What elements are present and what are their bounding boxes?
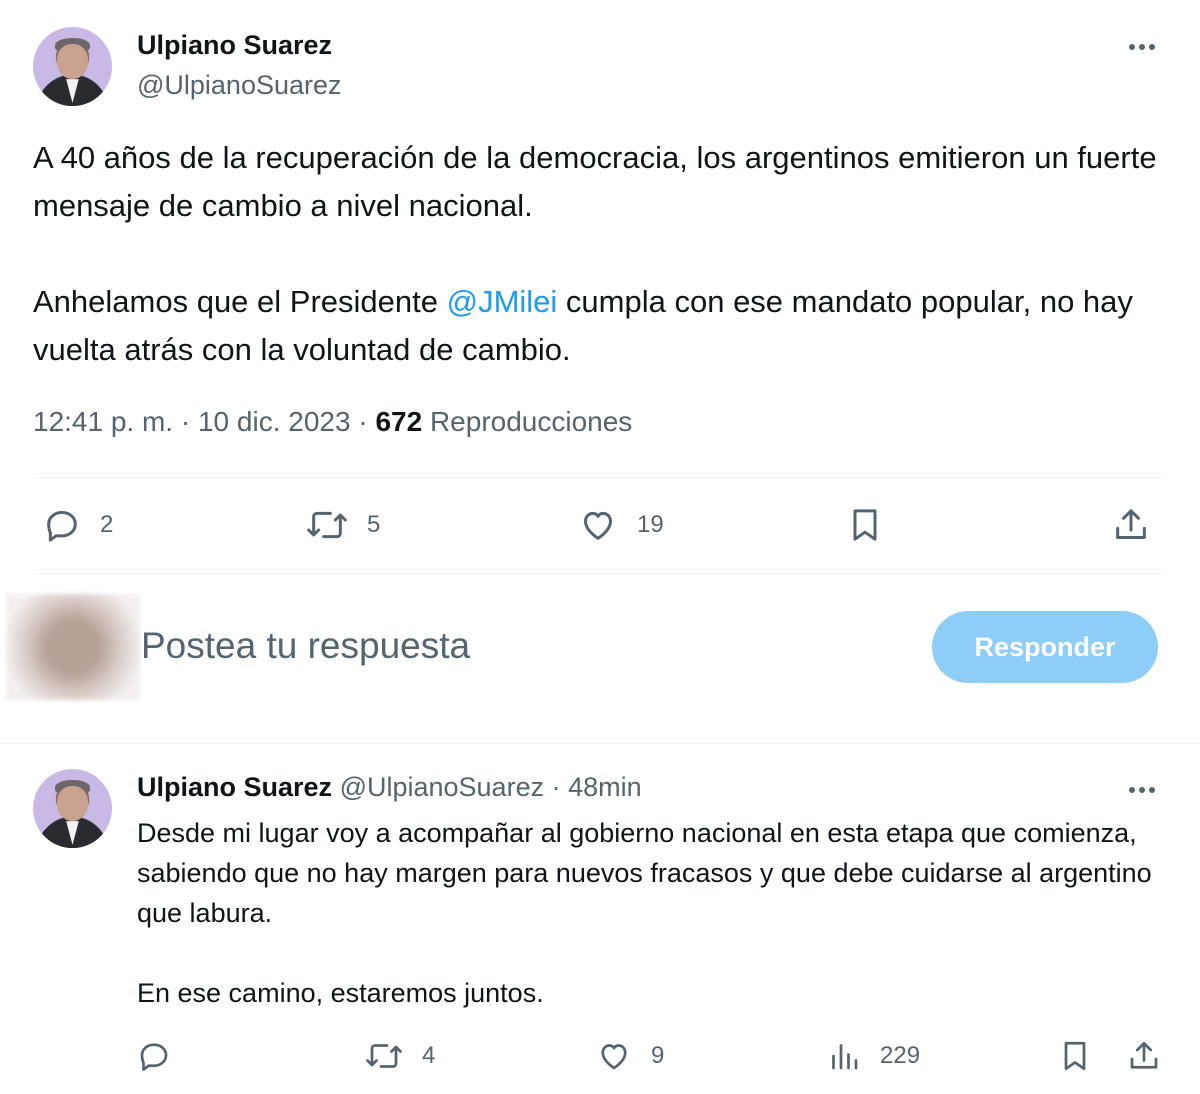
retweet-count: 5	[367, 511, 381, 538]
header-separator: ·	[551, 772, 561, 802]
reply-count: 2	[100, 511, 114, 538]
tweet-paragraph: A 40 años de la recuperación de la democ…	[33, 140, 1157, 223]
reply-icon	[140, 1043, 168, 1071]
tweet-time[interactable]: 12:41 p. m.	[33, 406, 173, 437]
divider	[0, 743, 1200, 744]
more-options-button[interactable]	[1122, 30, 1162, 64]
bookmark-button[interactable]	[845, 505, 885, 550]
divider	[33, 477, 1162, 478]
retweet-icon	[307, 511, 347, 539]
reply-author-avatar[interactable]	[33, 769, 112, 848]
views-count: 229	[880, 1042, 921, 1069]
author-name[interactable]: Ulpiano Suarez	[137, 30, 332, 61]
share-button[interactable]	[1111, 505, 1151, 550]
views-label: Reproducciones	[429, 406, 633, 437]
reply-input[interactable]: Postea tu respuesta	[141, 625, 470, 667]
tweet-paragraph: Anhelamos que el Presidente @JMilei cump…	[33, 278, 1173, 374]
share-icon	[1130, 1041, 1158, 1069]
share-icon	[1116, 509, 1146, 539]
reply-time[interactable]: 48min	[568, 772, 642, 802]
like-action[interactable]: 9	[595, 1038, 664, 1074]
reply-author-name[interactable]: Ulpiano Suarez	[137, 772, 332, 802]
views-count: 672	[375, 406, 423, 437]
more-horizontal-icon	[1129, 787, 1155, 793]
share-button[interactable]	[1126, 1038, 1162, 1079]
like-action[interactable]: 19	[577, 505, 664, 545]
bar-chart-icon	[832, 1044, 858, 1070]
tweet-meta: 12:41 p. m. · 10 dic. 2023 · 672 Reprodu…	[33, 406, 632, 438]
divider	[33, 573, 1162, 574]
retweet-action[interactable]: 5	[305, 505, 380, 545]
author-handle[interactable]: @UlpianoSuarez	[137, 70, 342, 101]
retweet-icon	[366, 1044, 402, 1068]
like-count: 9	[651, 1042, 665, 1069]
reply-icon	[47, 511, 77, 542]
views-action[interactable]: 229	[826, 1038, 920, 1074]
retweet-action[interactable]: 4	[364, 1038, 435, 1074]
meta-separator: ·	[180, 406, 191, 437]
tweet-text-segment: Anhelamos que el Presidente	[33, 284, 447, 319]
author-avatar[interactable]	[33, 27, 112, 106]
tweet-paragraph: En ese camino, estaremos juntos.	[137, 978, 544, 1008]
meta-separator: ·	[358, 406, 368, 437]
reply-header: Ulpiano Suarez @UlpianoSuarez · 48min	[137, 772, 642, 803]
reply-submit-button[interactable]: Responder	[932, 611, 1158, 683]
bookmark-icon	[1064, 1041, 1086, 1071]
tweet-date[interactable]: 10 dic. 2023	[198, 406, 351, 437]
tweet-text: A 40 años de la recuperación de la democ…	[33, 134, 1173, 374]
reply-more-options-button[interactable]	[1122, 773, 1162, 807]
user-avatar	[6, 594, 140, 700]
tweet-paragraph: Desde mi lugar voy a acompañar al gobier…	[137, 818, 1152, 928]
reply-action[interactable]	[136, 1038, 190, 1074]
reply-author-handle[interactable]: @UlpianoSuarez	[340, 772, 545, 802]
heart-icon	[584, 511, 612, 540]
reply-action[interactable]: 2	[42, 505, 113, 545]
retweet-count: 4	[422, 1042, 436, 1069]
bookmark-icon	[853, 509, 877, 541]
bookmark-button[interactable]	[1057, 1038, 1093, 1079]
reply-tweet-text: Desde mi lugar voy a acompañar al gobier…	[137, 813, 1157, 1013]
like-count: 19	[637, 511, 664, 538]
mention-link[interactable]: @JMilei	[447, 284, 558, 319]
more-horizontal-icon	[1129, 44, 1155, 50]
heart-icon	[601, 1044, 627, 1070]
